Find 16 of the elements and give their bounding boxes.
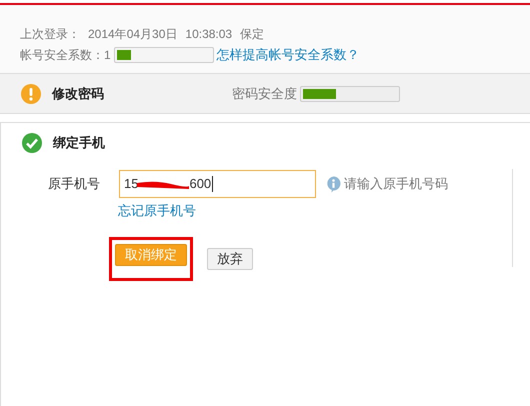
field-label: 原手机号 [48,175,101,194]
forgot-link[interactable]: 忘记原手机号 [118,201,196,220]
cancel-button[interactable]: 放弃 [207,248,253,270]
security-score-label: 帐号安全系数：1 [20,47,111,64]
field-value: 600 [189,175,212,194]
info-icon [326,176,341,192]
input-hint: 请输入原手机号码 [344,175,448,194]
section-title: 绑定手机 [53,134,105,152]
help-link[interactable]: 怎样提高帐号安全系数？ [216,45,360,65]
section-title: 修改密码 [52,84,105,103]
last-login-time: 10:38:03 [185,26,232,43]
last-login-date: 2014年04月30日 [88,26,178,43]
text-cursor [212,176,214,192]
last-login-label: 上次登录： [20,26,80,43]
last-login-place: 保定 [240,26,264,43]
strength-label: 密码安全度 [232,84,297,103]
